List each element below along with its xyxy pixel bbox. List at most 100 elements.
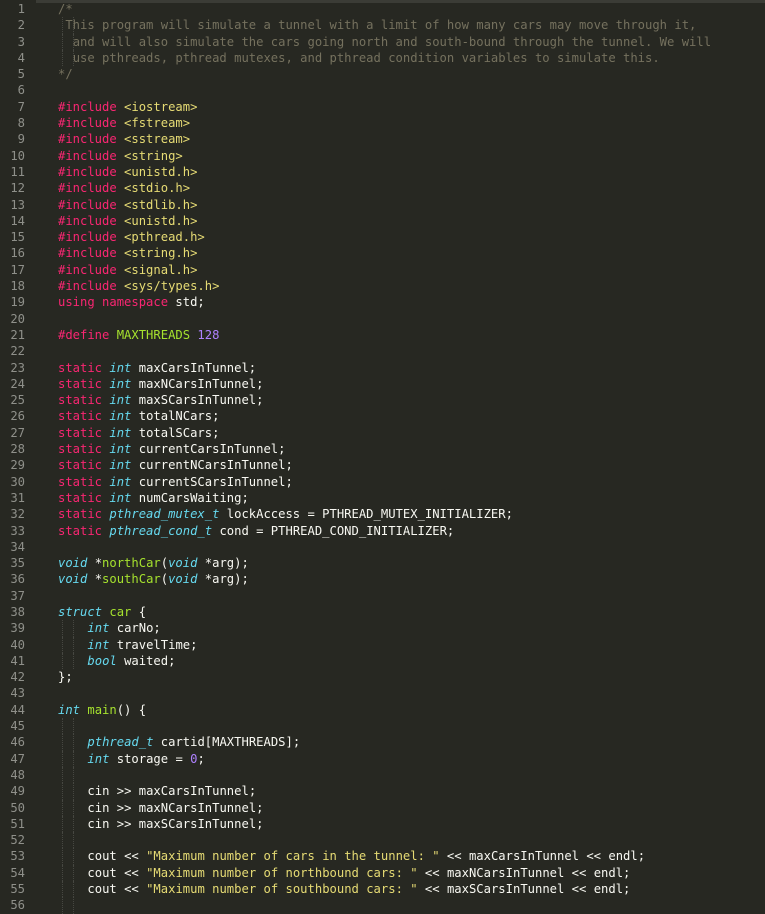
line-number: 24 <box>10 376 25 391</box>
token-plain: currentCarsInTunnel; <box>131 442 286 457</box>
code-line[interactable]: 21 #define MAXTHREADS 128 <box>0 327 765 343</box>
code-line[interactable]: 54 cout << "Maximum number of northbound … <box>0 864 765 882</box>
token-type: int <box>109 425 132 440</box>
code-line[interactable]: 11 #include <unistd.h> <box>0 164 765 180</box>
line-number: 16 <box>10 246 25 261</box>
code-line[interactable]: 36 void *southCar(void *arg); <box>0 571 765 587</box>
token-kw: static <box>58 523 103 538</box>
indent-guide <box>73 636 74 653</box>
code-line[interactable]: 26 static int totalNCars; <box>0 408 765 424</box>
code-line[interactable]: 31 static int numCarsWaiting; <box>0 490 765 506</box>
code-line[interactable]: 48 <box>0 766 765 784</box>
code-line[interactable]: 22 <box>0 343 765 359</box>
code-line[interactable]: 6 <box>0 82 765 98</box>
code-line[interactable]: 33 static pthread_cond_t cond = PTHREAD_C… <box>0 523 765 539</box>
code-line[interactable]: 19 using namespace std; <box>0 294 765 310</box>
token-inc: <signal.h> <box>124 262 198 277</box>
line-number: 38 <box>10 604 25 619</box>
token-str: "Maximum number of southbound cars: " <box>146 882 418 897</box>
line-content: cout << "Maximum number of northbound ca… <box>87 865 630 881</box>
token-kw: static <box>58 474 103 489</box>
token-kw: static <box>58 425 103 440</box>
code-line[interactable]: 51 cin >> maxSCarsInTunnel; <box>0 815 765 833</box>
indent-guide <box>62 750 63 767</box>
token-plain: currentSCarsInTunnel; <box>131 474 293 489</box>
line-number: 43 <box>10 686 25 701</box>
token-inc: <sys/types.h> <box>124 279 220 294</box>
code-line[interactable]: 49 cin >> maxCarsInTunnel; <box>0 783 765 800</box>
token-inc: <string> <box>124 148 183 163</box>
code-line[interactable]: 42}; <box>0 669 765 685</box>
code-line[interactable]: 5 */ <box>0 66 765 82</box>
code-line[interactable]: 12 #include <stdio.h> <box>0 180 765 196</box>
code-line[interactable]: 45 <box>0 718 765 735</box>
code-line[interactable]: 44 int main() { <box>0 702 765 718</box>
code-line[interactable]: 29 static int currentNCarsInTunnel; <box>0 457 765 473</box>
line-number: 21 <box>10 327 25 342</box>
code-line[interactable]: 46 pthread_t cartid[MAXTHREADS]; <box>0 734 765 751</box>
token-type: int <box>109 360 132 375</box>
code-line[interactable]: 23 static int maxCarsInTunnel; <box>0 360 765 376</box>
code-line[interactable]: 39 int carNo; <box>0 620 765 637</box>
code-line[interactable]: 40 int travelTime; <box>0 636 765 653</box>
token-plain: { <box>131 604 147 619</box>
token-type: pthread_t <box>87 735 154 750</box>
code-line[interactable]: 3 and will also simulate the cars going n… <box>0 33 765 50</box>
code-line[interactable]: 38 struct car { <box>0 604 765 620</box>
code-line[interactable]: 32 static pthread_mutex_t lockAccess = PT… <box>0 506 765 522</box>
code-line[interactable]: 15 #include <pthread.h> <box>0 229 765 245</box>
token-kw: static <box>58 376 103 391</box>
code-line[interactable]: 24 static int maxNCarsInTunnel; <box>0 376 765 392</box>
line-number: 25 <box>10 393 25 408</box>
code-line[interactable]: 30 static int currentSCarsInTunnel; <box>0 474 765 490</box>
code-line[interactable]: 37 <box>0 588 765 604</box>
line-content: struct car { <box>58 604 146 620</box>
code-editor[interactable]: 1 /* 2 This program will simulate a tunnel … <box>0 0 765 914</box>
code-line[interactable]: 4 use pthreads, pthread mutexes, and pthr… <box>0 49 765 67</box>
token-type: int <box>109 490 132 505</box>
code-line[interactable]: 52 <box>0 832 765 849</box>
code-line[interactable]: 20 <box>0 311 765 327</box>
line-content: cin >> maxNCarsInTunnel; <box>87 800 263 816</box>
line-content: cout << "Maximum number of cars in the t… <box>87 848 645 864</box>
token-num: 128 <box>197 327 220 342</box>
line-content: }; <box>58 669 73 685</box>
code-line[interactable]: 7 #include <iostream> <box>0 99 765 115</box>
code-line[interactable]: 8 #include <fstream> <box>0 115 765 131</box>
code-line[interactable]: 27 static int totalSCars; <box>0 425 765 441</box>
token-type: bool <box>87 653 117 668</box>
code-line[interactable]: 56 <box>0 897 765 914</box>
code-area[interactable]: 1 /* 2 This program will simulate a tunnel … <box>0 1 765 914</box>
token-plain: waited; <box>116 653 176 668</box>
code-line[interactable]: 41 bool waited; <box>0 652 765 670</box>
code-line[interactable]: 9 #include <sstream> <box>0 131 765 147</box>
code-line[interactable]: 34 <box>0 539 765 555</box>
code-line[interactable]: 13 #include <stdlib.h> <box>0 197 765 213</box>
code-line[interactable]: 25 static int maxSCarsInTunnel; <box>0 392 765 408</box>
code-line[interactable]: 50 cin >> maxNCarsInTunnel; <box>0 799 765 816</box>
code-line[interactable]: 17 #include <signal.h> <box>0 262 765 278</box>
line-number: 50 <box>10 800 25 815</box>
code-line[interactable]: 35 void *northCar(void *arg); <box>0 555 765 571</box>
code-line[interactable]: 2 This program will simulate a tunnel wit… <box>0 17 765 34</box>
code-line[interactable]: 43 <box>0 685 765 701</box>
code-line[interactable]: 10 #include <string> <box>0 148 765 164</box>
line-content: #include <fstream> <box>58 115 190 131</box>
code-line[interactable]: 47 int storage = 0; <box>0 750 765 767</box>
line-number: 6 <box>17 83 25 98</box>
code-line[interactable]: 18 #include <sys/types.h> <box>0 278 765 294</box>
token-plain: numCarsWaiting; <box>131 490 249 505</box>
token-pre: #include <box>58 230 125 245</box>
line-content: static pthread_cond_t cond = PTHREAD_CON… <box>58 523 454 539</box>
line-content: static int totalSCars; <box>58 425 219 441</box>
code-line[interactable]: 14 #include <unistd.h> <box>0 213 765 229</box>
code-line[interactable]: 53 cout << "Maximum number of cars in the… <box>0 848 765 865</box>
line-content: cin >> maxSCarsInTunnel; <box>87 816 263 832</box>
code-line[interactable]: 28 static int currentCarsInTunnel; <box>0 441 765 457</box>
line-content: cin >> maxCarsInTunnel; <box>87 783 256 799</box>
indent-guide <box>62 766 63 784</box>
code-line[interactable]: 55 cout << "Maximum number of southbound … <box>0 881 765 898</box>
code-line[interactable]: 1 /* <box>0 1 765 17</box>
code-line[interactable]: 16 #include <string.h> <box>0 245 765 261</box>
line-content: #include <unistd.h> <box>58 164 197 180</box>
